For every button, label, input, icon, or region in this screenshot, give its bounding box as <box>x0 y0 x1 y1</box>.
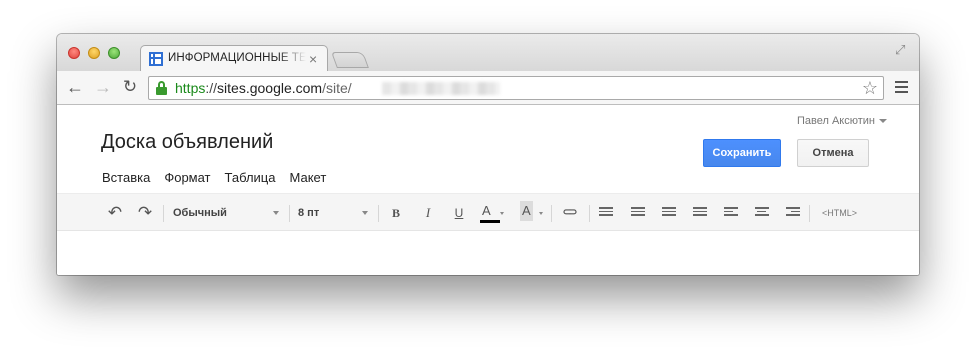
paragraph-style-value: Обычный <box>173 207 227 219</box>
decrease-indent-icon[interactable] <box>662 207 676 219</box>
menu-format[interactable]: Формат <box>164 170 210 185</box>
chevron-down-icon <box>539 212 543 215</box>
url-scheme: https <box>175 80 206 96</box>
page-content: Павел Аксютин Доска объявлений Сохранить… <box>57 106 919 275</box>
text-color-swatch <box>480 220 500 223</box>
chevron-down-icon <box>362 211 368 215</box>
editor-toolbar: ↶ ↷ Обычный 8 пт B I U A A ⊂⊃ <HTML> <box>57 193 919 231</box>
user-name: Павел Аксютин <box>797 115 876 127</box>
browser-window: ИНФОРМАЦИОННЫЕ ТЕХНОЛОГИИ × ⤢ ← → ↻ http… <box>57 34 919 275</box>
tab-close-icon[interactable]: × <box>309 51 317 67</box>
reload-icon[interactable]: ↻ <box>120 77 140 97</box>
text-color-button[interactable]: A <box>480 203 506 223</box>
url-text: https://sites.google.com/site/ <box>175 80 352 96</box>
toolbar-divider <box>163 205 164 222</box>
fullscreen-icon[interactable]: ⤢ <box>895 43 909 57</box>
align-center-icon[interactable] <box>755 207 769 219</box>
font-size-select[interactable]: 8 пт <box>298 203 370 223</box>
back-icon[interactable]: ← <box>65 77 85 97</box>
chevron-down-icon <box>879 119 888 124</box>
url-host: sites.google.com <box>217 80 323 96</box>
window-zoom-button[interactable] <box>108 47 120 59</box>
toolbar-divider <box>809 205 810 222</box>
url-redacted <box>382 82 500 95</box>
new-tab-button[interactable] <box>331 52 369 68</box>
italic-button[interactable]: I <box>419 203 437 223</box>
text-color-icon: A <box>482 203 491 218</box>
save-button[interactable]: Сохранить <box>703 139 781 167</box>
bulleted-list-icon[interactable] <box>631 207 645 219</box>
underline-button[interactable]: U <box>450 203 468 223</box>
chevron-down-icon <box>500 212 504 215</box>
undo-icon[interactable]: ↶ <box>105 203 125 223</box>
bookmark-star-icon[interactable]: ☆ <box>862 78 878 98</box>
menu-table[interactable]: Таблица <box>225 170 276 185</box>
editor-menubar: Вставка Формат Таблица Макет <box>102 169 340 187</box>
address-bar[interactable]: https://sites.google.com/site/ ☆ <box>148 76 884 100</box>
bold-button[interactable]: B <box>387 203 405 223</box>
toolbar-divider <box>589 205 590 222</box>
font-size-value: 8 пт <box>298 207 320 219</box>
page-title[interactable]: Доска объявлений <box>101 131 273 154</box>
toolbar-divider <box>551 205 552 222</box>
browser-tab[interactable]: ИНФОРМАЦИОННЫЕ ТЕХНОЛОГИИ × <box>140 45 328 72</box>
redo-icon[interactable]: ↷ <box>135 203 155 223</box>
align-right-icon[interactable] <box>786 207 800 219</box>
lock-icon <box>156 81 167 95</box>
chevron-down-icon <box>273 211 279 215</box>
toolbar-divider <box>289 205 290 222</box>
browser-toolbar: ← → ↻ https://sites.google.com/site/ ☆ <box>57 71 919 105</box>
toolbar-divider <box>378 205 379 222</box>
sites-page-icon <box>149 52 163 66</box>
hamburger-menu-icon[interactable] <box>895 81 908 93</box>
increase-indent-icon[interactable] <box>693 207 707 219</box>
align-left-icon[interactable] <box>724 207 738 219</box>
forward-icon[interactable]: → <box>93 77 113 97</box>
tab-title: ИНФОРМАЦИОННЫЕ ТЕХНОЛОГИИ <box>168 52 306 64</box>
user-account-menu[interactable]: Павел Аксютин <box>797 115 888 127</box>
link-icon[interactable]: ⊂⊃ <box>558 203 580 223</box>
highlight-color-icon: A <box>520 201 533 221</box>
window-minimize-button[interactable] <box>88 47 100 59</box>
tab-strip: ИНФОРМАЦИОННЫЕ ТЕХНОЛОГИИ × ⤢ <box>57 34 919 72</box>
cancel-button[interactable]: Отмена <box>797 139 869 167</box>
screenshot-stage: ИНФОРМАЦИОННЫЕ ТЕХНОЛОГИИ × ⤢ ← → ↻ http… <box>0 0 976 354</box>
numbered-list-icon[interactable] <box>599 207 613 219</box>
url-path: /site/ <box>322 80 352 96</box>
paragraph-style-select[interactable]: Обычный <box>173 203 281 223</box>
menu-insert[interactable]: Вставка <box>102 170 150 185</box>
url-separator: :// <box>205 80 218 96</box>
html-button[interactable]: <HTML> <box>822 203 857 223</box>
window-close-button[interactable] <box>68 47 80 59</box>
highlight-color-button[interactable]: A <box>518 201 544 223</box>
menu-layout[interactable]: Макет <box>290 170 327 185</box>
